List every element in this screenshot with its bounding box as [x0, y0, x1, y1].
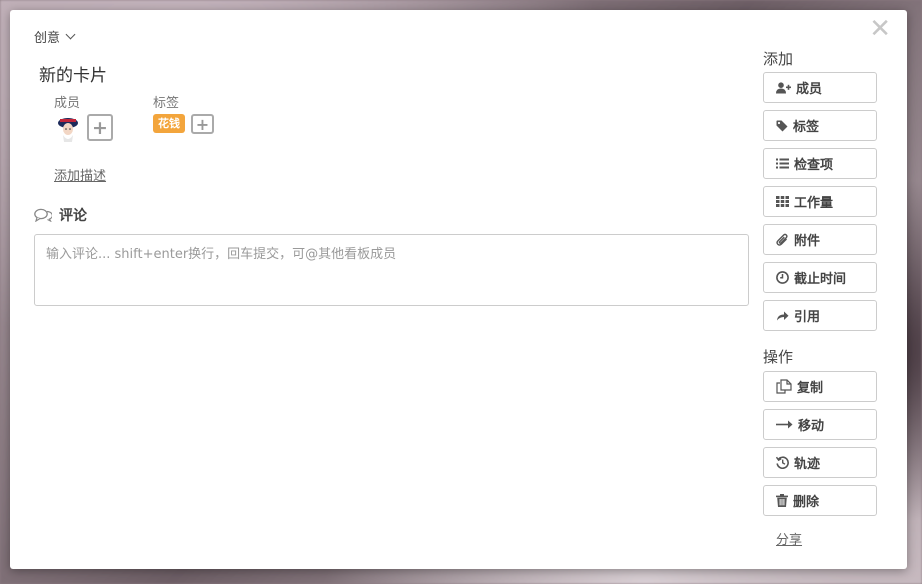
sidebar-item-label: 删除: [793, 495, 820, 510]
comment-input[interactable]: [34, 234, 749, 306]
add-description-link[interactable]: 添加描述: [54, 165, 106, 184]
copy-icon: [776, 379, 792, 394]
sidebar-item-label: 移动: [798, 419, 825, 434]
labels-label: 标签: [153, 96, 180, 111]
history-icon: [776, 456, 789, 469]
add-label-sidebar-button[interactable]: 标签: [763, 110, 877, 141]
add-label-button[interactable]: +: [191, 114, 214, 134]
delete-card-button[interactable]: 删除: [763, 485, 877, 516]
board-dropdown[interactable]: 创意: [34, 27, 76, 46]
sidebar-item-label: 工作量: [794, 196, 834, 211]
card-title[interactable]: 新的卡片: [39, 61, 107, 86]
card-history-button[interactable]: 轨迹: [763, 447, 877, 478]
comments-icon: [34, 208, 52, 222]
sidebar-item-label: 成员: [796, 82, 823, 97]
add-member-sidebar-button[interactable]: 成员: [763, 72, 877, 103]
sidebar-item-label: 检查项: [794, 158, 834, 173]
sidebar-item-label: 引用: [794, 310, 821, 325]
user-plus-icon: [776, 81, 791, 93]
paperclip-icon: [776, 233, 788, 246]
add-member-button[interactable]: +: [87, 114, 113, 141]
close-icon[interactable]: ✕: [869, 16, 891, 42]
add-attachment-sidebar-button[interactable]: 附件: [763, 224, 877, 255]
share-link[interactable]: 分享: [776, 529, 802, 548]
comment-title: 评论: [59, 208, 87, 224]
add-workload-sidebar-button[interactable]: 工作量: [763, 186, 877, 217]
chevron-down-icon: [65, 29, 76, 40]
arrow-right-icon: [776, 420, 793, 429]
plus-icon: +: [92, 116, 108, 139]
add-due-date-sidebar-button[interactable]: 截止时间: [763, 262, 877, 293]
trash-icon: [776, 494, 788, 507]
copy-card-button[interactable]: 复制: [763, 371, 877, 402]
add-checklist-sidebar-button[interactable]: 检查项: [763, 148, 877, 179]
sidebar-item-label: 复制: [797, 381, 824, 396]
comment-header: 评论: [34, 205, 87, 225]
sidebar-item-label: 附件: [794, 234, 821, 249]
actions-section-title: 操作: [763, 348, 794, 366]
add-reference-sidebar-button[interactable]: 引用: [763, 300, 877, 331]
plus-icon: +: [195, 114, 210, 134]
add-section-title: 添加: [763, 50, 794, 68]
member-avatar[interactable]: [57, 115, 79, 143]
sidebar-item-label: 截止时间: [794, 272, 847, 287]
card-detail-modal: ✕ 创意 新的卡片 成员 标签 + 花钱 + 添加描述 评论 添加: [10, 10, 907, 569]
label-tag[interactable]: 花钱: [153, 114, 185, 133]
tag-icon: [776, 120, 788, 131]
board-name: 创意: [34, 31, 61, 46]
sidebar-item-label: 标签: [793, 120, 820, 135]
list-icon: [776, 158, 789, 169]
clock-icon: [776, 271, 789, 284]
members-label: 成员: [54, 96, 81, 111]
move-card-button[interactable]: 移动: [763, 409, 877, 440]
sidebar-item-label: 轨迹: [794, 457, 821, 472]
grid-icon: [776, 196, 789, 207]
share-arrow-icon: [777, 311, 789, 321]
